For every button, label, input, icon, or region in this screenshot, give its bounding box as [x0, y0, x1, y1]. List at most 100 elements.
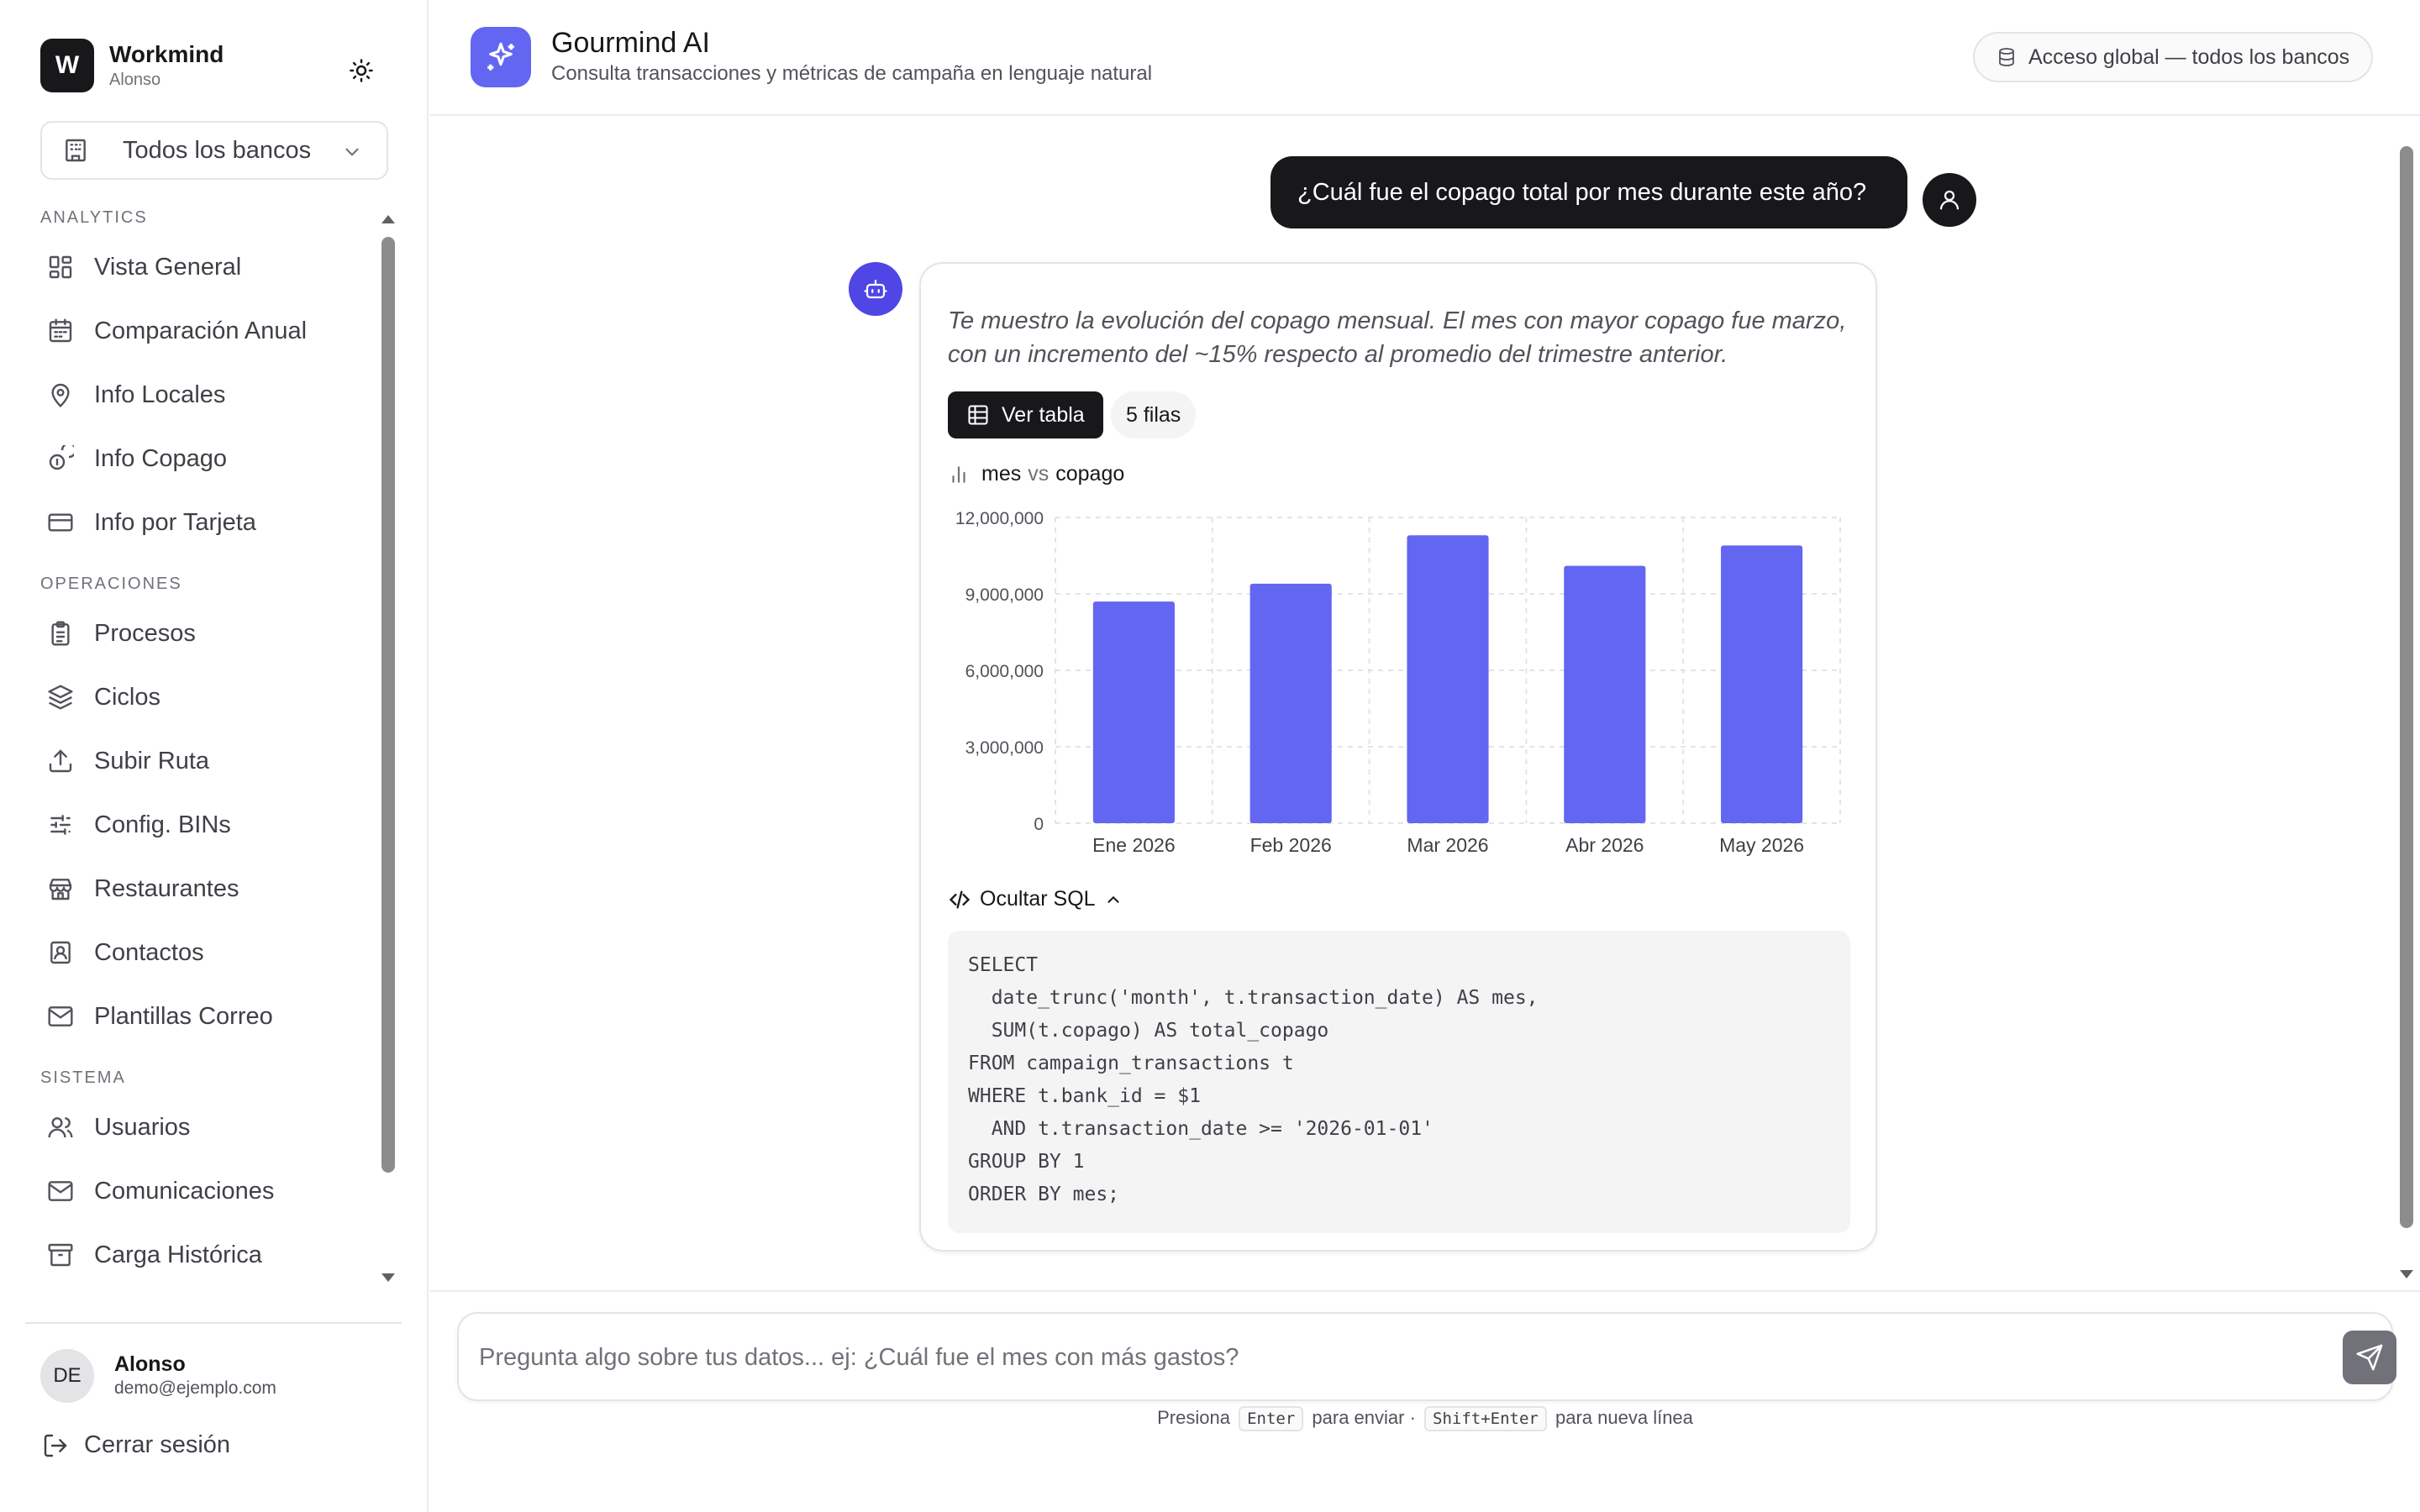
account-name: Alonso: [114, 1352, 186, 1376]
page-subtitle: Consulta transacciones y métricas de cam…: [551, 62, 1153, 85]
upload-icon: [49, 749, 72, 773]
layers-icon: [48, 685, 73, 710]
bar: [1407, 535, 1489, 823]
access-badge: Acceso global — todos los bancos: [1973, 32, 2374, 82]
sidebar-item-contactos[interactable]: Contactos: [0, 921, 403, 984]
sidebar-item-comparacion-anual[interactable]: Comparación Anual: [0, 299, 403, 363]
logout-label: Cerrar sesión: [84, 1431, 231, 1458]
chart-x-field: mes: [981, 462, 1022, 486]
chat-thread: ¿Cuál fue el copago total por mes durant…: [430, 118, 2420, 1290]
bar-chart: 0 3,000,000 6,000,000 9,000,000 12,000,000 En…: [955, 509, 1841, 856]
sidebar-scrollbar-thumb[interactable]: [381, 237, 395, 1173]
sidebar-item-restaurantes[interactable]: Restaurantes: [0, 857, 403, 921]
sidebar-item-label: Comparación Anual: [94, 317, 308, 344]
sidebar-item-label: Info por Tarjeta: [94, 508, 256, 536]
message-input[interactable]: [479, 1334, 2286, 1381]
bar-chart-icon: [952, 465, 965, 483]
hint-suffix: para nueva línea: [1555, 1407, 1693, 1428]
sidebar-nav: ANALYTICS Vista General Comparación Anua…: [0, 200, 403, 1317]
sparkles-icon: [471, 27, 531, 87]
x-tick-label: Mar 2026: [1407, 834, 1488, 856]
chart-header: mes vs copago: [948, 462, 1124, 486]
sidebar-item-info-por-tarjeta[interactable]: Info por Tarjeta: [0, 491, 403, 554]
sidebar-item-label: Comunicaciones: [94, 1177, 275, 1205]
bank-select[interactable]: Todos los bancos: [40, 121, 388, 180]
sidebar-item-label: Info Locales: [94, 381, 226, 408]
x-tick-label: Ene 2026: [1092, 834, 1175, 856]
sidebar-item-info-locales[interactable]: Info Locales: [0, 363, 403, 427]
theme-toggle-button[interactable]: [341, 50, 381, 91]
send-button[interactable]: [2343, 1331, 2396, 1384]
store-icon: [49, 879, 72, 900]
dashboard-icon: [49, 255, 72, 279]
access-label: Acceso global — todos los bancos: [2028, 45, 2350, 69]
hint-prefix: Presiona: [1157, 1407, 1230, 1428]
mail-icon: [48, 1181, 73, 1201]
logout-button[interactable]: Cerrar sesión: [42, 1431, 230, 1459]
code-icon: [949, 890, 971, 908]
sidebar-scroll-up-arrow[interactable]: [381, 215, 395, 223]
users-icon: [48, 1117, 73, 1138]
assistant-avatar: [849, 262, 902, 316]
enter-key-badge: Enter: [1239, 1406, 1304, 1431]
sliders-icon: [50, 815, 71, 835]
sidebar-item-subir-ruta[interactable]: Subir Ruta: [0, 729, 403, 793]
y-tick-label: 3,000,000: [965, 738, 1044, 758]
sidebar-item-config-bins[interactable]: Config. BINs: [0, 793, 403, 857]
y-tick-label: 9,000,000: [965, 585, 1044, 605]
message-composer: [457, 1312, 2396, 1401]
hide-sql-toggle[interactable]: Ocultar SQL: [948, 887, 1123, 911]
nav-section-operaciones: OPERACIONES: [40, 575, 182, 593]
x-tick-label: Abr 2026: [1565, 834, 1644, 856]
contact-icon: [50, 941, 71, 964]
brand-name: Workmind: [109, 41, 224, 67]
nav-section-analytics: ANALYTICS: [40, 208, 148, 227]
chevron-up-icon: [1107, 895, 1119, 903]
sidebar-item-label: Vista General: [94, 253, 242, 281]
building-icon: [66, 139, 86, 162]
send-icon: [2356, 1344, 2383, 1371]
sidebar-item-plantillas-correo[interactable]: Plantillas Correo: [0, 984, 403, 1048]
sidebar-item-label: Usuarios: [94, 1113, 191, 1141]
sidebar-scroll-down-arrow[interactable]: [381, 1273, 395, 1282]
rows-count-badge: 5 filas: [1111, 391, 1197, 438]
coins-icon: [49, 445, 74, 470]
sidebar-item-label: Config. BINs: [94, 811, 231, 838]
sidebar-item-carga-historica[interactable]: Carga Histórica: [0, 1223, 403, 1287]
hide-sql-label: Ocultar SQL: [980, 887, 1096, 911]
sidebar-item-label: Restaurantes: [94, 874, 239, 902]
sidebar-item-ciclos[interactable]: Ciclos: [0, 665, 403, 729]
chat-scrollbar-thumb[interactable]: [2400, 146, 2413, 1228]
chart-y-field: copago: [1055, 462, 1125, 486]
user-avatar: [1923, 173, 1976, 227]
brand: W Workmind Alonso: [40, 39, 224, 92]
view-table-label: Ver tabla: [1002, 402, 1085, 427]
sidebar-item-label: Procesos: [94, 619, 196, 647]
database-icon: [1999, 48, 2014, 66]
main-panel: Gourmind AI Consulta transacciones y mét…: [430, 0, 2420, 1512]
bar: [1564, 565, 1646, 823]
bar: [1092, 601, 1175, 823]
y-tick-label: 6,000,000: [965, 662, 1044, 681]
brand-logo: W: [40, 39, 94, 92]
sidebar-item-procesos[interactable]: Procesos: [0, 601, 403, 665]
bar: [1249, 583, 1332, 823]
bank-select-value: Todos los bancos: [123, 136, 312, 164]
view-table-button[interactable]: Ver tabla: [948, 391, 1103, 438]
chat-scroll-down-arrow[interactable]: [2400, 1270, 2413, 1278]
sidebar-item-usuarios[interactable]: Usuarios: [0, 1095, 403, 1159]
x-tick-label: Feb 2026: [1250, 834, 1332, 856]
hint-mid: para enviar ·: [1312, 1407, 1416, 1428]
sidebar-item-info-copago[interactable]: Info Copago: [0, 427, 403, 491]
sidebar-item-label: Carga Histórica: [94, 1241, 262, 1268]
sidebar-item-vista-general[interactable]: Vista General: [0, 235, 403, 299]
clipboard-icon: [51, 621, 70, 646]
avatar: DE: [40, 1349, 94, 1403]
sql-code-block: SELECT date_trunc('month', t.transaction…: [948, 931, 1850, 1233]
assistant-message-text: Te muestro la evolución del copago mensu…: [948, 307, 1847, 368]
sidebar-item-comunicaciones[interactable]: Comunicaciones: [0, 1159, 403, 1223]
user-icon: [1939, 190, 1960, 210]
user-message: ¿Cuál fue el copago total por mes durant…: [1270, 156, 1907, 228]
bar: [1721, 545, 1803, 823]
sidebar-item-label: Subir Ruta: [94, 747, 210, 774]
